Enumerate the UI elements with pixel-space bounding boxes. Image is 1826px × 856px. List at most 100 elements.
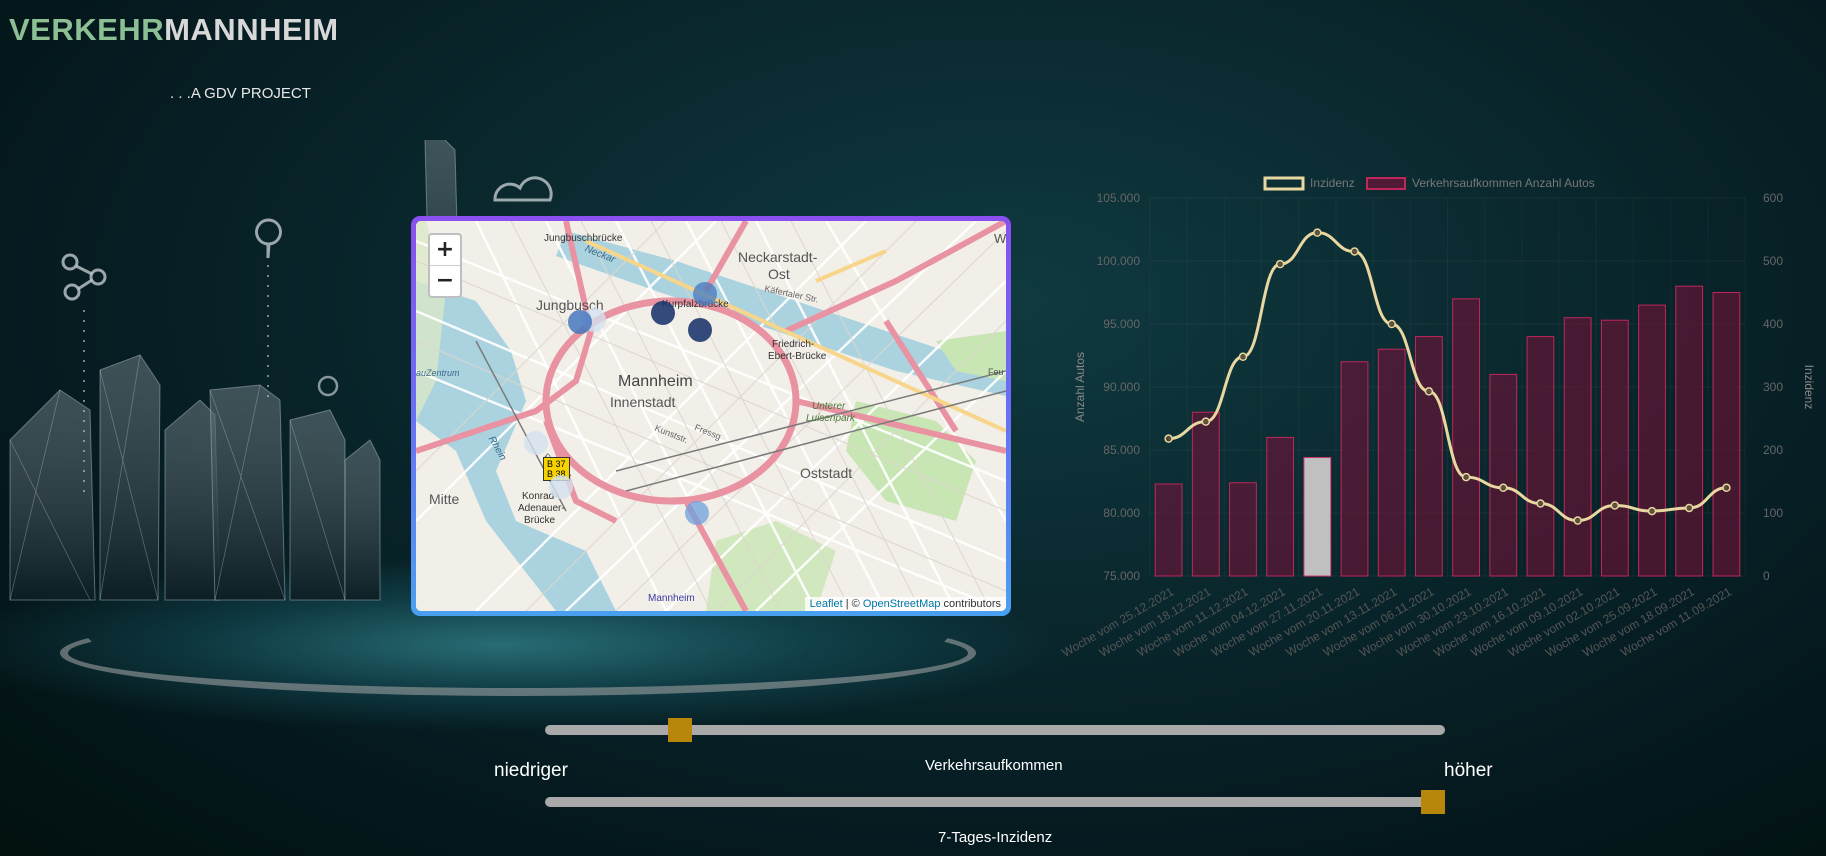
incidence-point: [1647, 506, 1657, 516]
y-right-tick-label: 600: [1763, 191, 1783, 205]
y-left-tick-label: 90.000: [1103, 380, 1140, 394]
chart-bar: [1712, 292, 1741, 577]
y-right-axis-title: Inzidenz: [1802, 365, 1816, 410]
incidence-point: [1238, 352, 1248, 362]
road-shield-b37-label: B 37: [547, 459, 566, 469]
zoom-in-button[interactable]: +: [430, 235, 460, 265]
chart-bar: [1191, 411, 1220, 577]
legend-swatch-verkehr: [1366, 177, 1406, 190]
site-logo: VERKEHRMANNHEIM: [9, 12, 339, 48]
chart-bar: [1266, 436, 1295, 577]
legend-label-inzidenz: Inzidenz: [1310, 176, 1355, 190]
map-label-w: W: [994, 231, 1006, 246]
map-label-zentrum: auZentrum: [416, 368, 460, 378]
map-label-friedrich: Friedrich-: [772, 339, 815, 350]
map-label-mitte: Mitte: [429, 491, 460, 507]
incidence-point: [1201, 417, 1211, 426]
verkehrsaufkommen-label: Verkehrsaufkommen: [925, 757, 1063, 774]
verkehrsaufkommen-slider-thumb[interactable]: [667, 718, 692, 742]
chart-bar: [1489, 373, 1518, 577]
logo-part-mannheim: MANNHEIM: [164, 12, 339, 47]
chart-bar: [1303, 457, 1332, 577]
leaflet-link[interactable]: Leaflet: [810, 598, 843, 610]
incidence-point: [1684, 503, 1694, 513]
chart-bar: [1154, 483, 1183, 577]
y-right-tick-label: 0: [1763, 569, 1770, 583]
map-label-adenauer: Adenauer-: [518, 503, 565, 514]
traffic-marker[interactable]: [651, 301, 675, 325]
attribution-separator: | ©: [842, 598, 863, 610]
incidence-point: [1722, 483, 1731, 493]
y-left-tick-label: 95.000: [1103, 317, 1140, 331]
inzidenz-slider-track[interactable]: [545, 797, 1445, 807]
incidence-point: [1313, 228, 1322, 237]
incidence-point: [1610, 501, 1620, 510]
y-left-tick-label: 85.000: [1103, 443, 1140, 457]
map-tiles: [416, 221, 1006, 611]
map-label-ebert-bruecke: Ebert-Brücke: [768, 351, 827, 362]
map-label-innenstadt: Innenstadt: [610, 394, 676, 410]
y-left-tick-label: 80.000: [1103, 506, 1140, 520]
legend-swatch-inzidenz: [1263, 176, 1305, 191]
inzidenz-label: 7-Tages-Inzidenz: [938, 829, 1053, 846]
traffic-marker[interactable]: [693, 282, 717, 306]
map-container: Jungbuschbrücke Neckar Neckarstadt- Ost …: [411, 216, 1011, 616]
map-label-unterer: Unterer: [812, 401, 846, 412]
traffic-marker[interactable]: [688, 318, 712, 342]
chart-bar: [1229, 482, 1257, 577]
chart-bar: [1638, 304, 1666, 577]
logo-part-verkehr: VERKEHR: [9, 12, 165, 47]
y-right-tick-label: 500: [1763, 254, 1783, 268]
low-label: niedriger: [494, 760, 568, 781]
high-label: höher: [1444, 760, 1493, 781]
site-subtitle: . . .A GDV PROJECT: [170, 85, 311, 102]
map-label-jungbuschbruecke: Jungbuschbrücke: [544, 233, 623, 244]
inzidenz-slider-thumb[interactable]: [1421, 790, 1445, 814]
leaflet-map[interactable]: Jungbuschbrücke Neckar Neckarstadt- Ost …: [416, 221, 1006, 611]
incidence-point: [1350, 247, 1359, 256]
chart-bar: [1600, 319, 1629, 577]
map-label-feu: Feu: [988, 367, 1004, 377]
chart-bar: [1675, 285, 1704, 577]
map-label-ost: Ost: [768, 266, 790, 282]
incidence-point: [1573, 516, 1582, 525]
map-label-mannheim-station: Mannheim: [648, 593, 695, 604]
y-left-tick-label: 100.000: [1097, 254, 1141, 268]
incidence-point: [1275, 259, 1285, 269]
y-right-tick-label: 100: [1763, 506, 1783, 520]
y-left-axis-title: Anzahl Autos: [1073, 352, 1087, 422]
chart-bar: [1377, 348, 1406, 577]
chart-bar: [1415, 336, 1443, 577]
y-right-tick-label: 400: [1763, 317, 1783, 331]
map-label-mannheim: Mannheim: [618, 373, 693, 390]
y-right-tick-label: 200: [1763, 443, 1783, 457]
incidence-point: [1536, 499, 1545, 508]
traffic-marker[interactable]: [524, 431, 548, 455]
incidence-point: [1164, 434, 1173, 443]
zoom-out-button[interactable]: −: [430, 265, 460, 296]
traffic-marker[interactable]: [568, 310, 592, 334]
traffic-marker[interactable]: [685, 501, 709, 525]
y-left-tick-label: 105.000: [1097, 191, 1141, 205]
map-label-oststadt: Oststadt: [800, 465, 853, 481]
map-zoom-control: + −: [428, 233, 462, 298]
incidence-point: [1387, 319, 1396, 329]
chart-bar: [1563, 317, 1592, 577]
y-left-tick-label: 75.000: [1103, 569, 1140, 583]
chart-bar: [1452, 298, 1480, 577]
attribution-suffix: contributors: [940, 598, 1001, 610]
chart-bar: [1526, 336, 1555, 577]
incidence-point: [1461, 472, 1471, 482]
legend-label-verkehr: Verkehrsaufkommen Anzahl Autos: [1412, 176, 1595, 190]
openstreetmap-link[interactable]: OpenStreetMap: [863, 598, 941, 610]
chart-bar: [1340, 361, 1369, 577]
incidence-point: [1499, 483, 1508, 493]
map-label-luisenpark: Luisenpark: [806, 413, 855, 424]
y-right-tick-label: 300: [1763, 380, 1783, 394]
map-label-bruecke: Brücke: [524, 515, 556, 526]
traffic-marker[interactable]: [549, 475, 573, 499]
map-attribution: Leaflet | © OpenStreetMap contributors: [804, 597, 1006, 611]
incidence-point: [1424, 387, 1434, 396]
traffic-incidence-chart: 75.000 80.000 85.000 90.000 95.000 100.000 105…: [1060, 176, 1816, 660]
map-label-neckarstadt: Neckarstadt-: [738, 249, 818, 265]
